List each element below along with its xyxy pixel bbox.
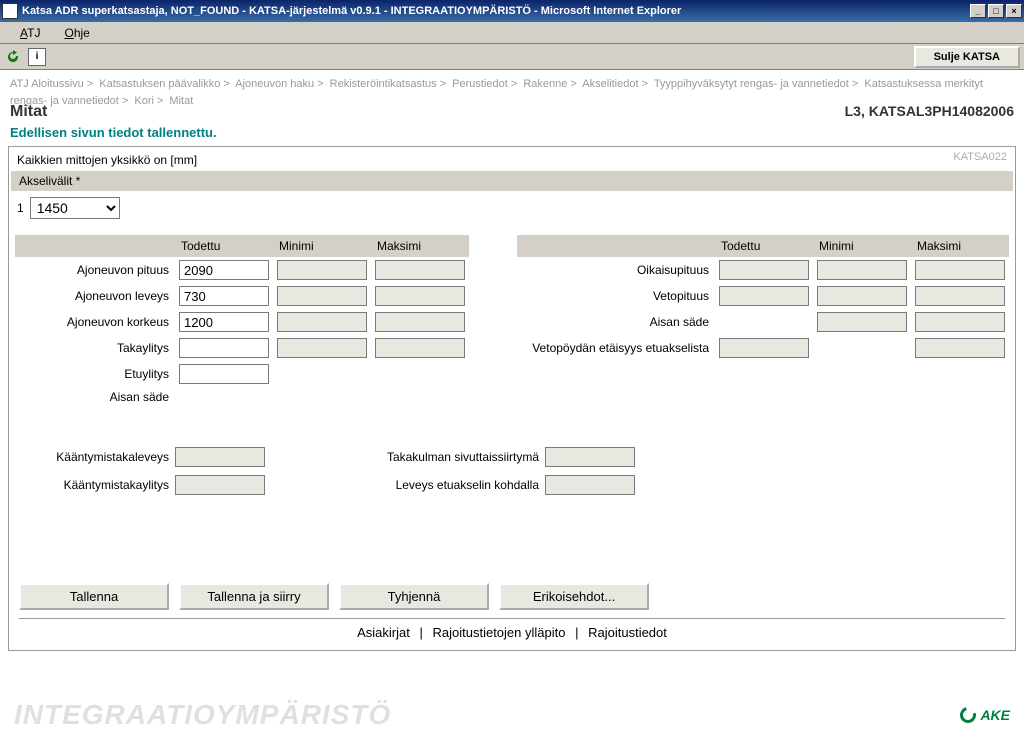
window-titlebar: Katsa ADR superkatsastaja, NOT_FOUND - K… xyxy=(0,0,1024,22)
crumb-6[interactable]: Akselitiedot xyxy=(582,78,638,90)
crumb-4[interactable]: Perustiedot xyxy=(452,78,508,90)
axle-index: 1 xyxy=(17,201,24,215)
panel-id: KATSA022 xyxy=(953,151,1007,163)
close-window-button[interactable]: × xyxy=(1006,4,1022,18)
save-and-move-button[interactable]: Tallenna ja siirry xyxy=(179,583,329,610)
window-title: Katsa ADR superkatsastaja, NOT_FOUND - K… xyxy=(22,5,968,17)
col-maksimi: Maksimi xyxy=(371,235,469,257)
menu-ohje[interactable]: Ohje xyxy=(52,24,101,42)
pituus-max xyxy=(375,260,465,280)
crumb-1[interactable]: Katsastuksen päävalikko xyxy=(99,78,220,90)
kaant-leveys xyxy=(175,447,265,467)
pituus-todettu[interactable] xyxy=(179,260,269,280)
saved-message: Edellisen sivun tiedot tallennettu. xyxy=(0,121,1024,144)
vetopituus-t xyxy=(719,286,809,306)
oikaisupituus-t xyxy=(719,260,809,280)
crumb-3[interactable]: Rekisteröintikatsastus xyxy=(330,78,437,90)
save-button[interactable]: Tallenna xyxy=(19,583,169,610)
takaylitys-min xyxy=(277,338,367,358)
takaylitys-todettu[interactable] xyxy=(179,338,269,358)
environment-label: INTEGRAATIOYMPÄRISTÖ xyxy=(14,699,391,731)
link-rajoitus-yllapito[interactable]: Rajoitustietojen ylläpito xyxy=(433,625,566,640)
crumb-7[interactable]: Tyyppihyväksytyt rengas- ja vannetiedot xyxy=(654,78,849,90)
menu-bar: ATJ Ohje xyxy=(0,22,1024,44)
clear-button[interactable]: Tyhjennä xyxy=(339,583,489,610)
pituus-min xyxy=(277,260,367,280)
crumb-5[interactable]: Rakenne xyxy=(523,78,567,90)
axle-section-header: Akselivälit * xyxy=(11,171,1013,191)
korkeus-max xyxy=(375,312,465,332)
col-minimi: Minimi xyxy=(273,235,371,257)
left-measurements-table: Todettu Minimi Maksimi Ajoneuvon pituus … xyxy=(15,235,469,407)
leveys-etuakseli xyxy=(545,475,635,495)
takakulma-siirtyma xyxy=(545,447,635,467)
leveys-todettu[interactable] xyxy=(179,286,269,306)
bottom-links: Asiakirjat | Rajoitustietojen ylläpito |… xyxy=(19,618,1005,640)
menu-atj[interactable]: ATJ xyxy=(8,24,52,42)
page-title: Mitat xyxy=(10,103,47,121)
kaant-ylitys xyxy=(175,475,265,495)
close-katsa-button[interactable]: Sulje KATSA xyxy=(914,46,1020,68)
right-measurements-table: Todettu Minimi Maksimi Oikaisupituus Vet… xyxy=(517,235,1009,361)
toolbar: i Sulje KATSA xyxy=(0,44,1024,70)
korkeus-min xyxy=(277,312,367,332)
ake-logo: AKE xyxy=(960,707,1010,723)
leveys-min xyxy=(277,286,367,306)
footer: INTEGRAATIOYMPÄRISTÖ AKE xyxy=(0,691,1024,739)
crumb-2[interactable]: Ajoneuvon haku xyxy=(235,78,314,90)
special-conditions-button[interactable]: Erikoisehdot... xyxy=(499,583,649,610)
col-todettu: Todettu xyxy=(175,235,273,257)
crumb-9[interactable]: Kori xyxy=(134,95,154,107)
minimize-button[interactable]: _ xyxy=(970,4,986,18)
vetopoyta-t xyxy=(719,338,809,358)
takaylitys-max xyxy=(375,338,465,358)
etuylitys-todettu[interactable] xyxy=(179,364,269,384)
crumb-0[interactable]: ATJ Aloitussivu xyxy=(10,78,84,90)
app-icon xyxy=(2,3,18,19)
crumb-10: Mitat xyxy=(169,95,193,107)
vehicle-id: L3, KATSAL3PH14082006 xyxy=(845,103,1014,121)
content-panel: KATSA022 Kaikkien mittojen yksikkö on [m… xyxy=(8,146,1016,651)
leveys-max xyxy=(375,286,465,306)
info-icon[interactable]: i xyxy=(28,48,46,66)
axle-select[interactable]: 1450 xyxy=(30,197,120,219)
korkeus-todettu[interactable] xyxy=(179,312,269,332)
ake-ring-icon xyxy=(958,704,980,726)
unit-note: Kaikkien mittojen yksikkö on [mm] xyxy=(9,147,1015,171)
link-asiakirjat[interactable]: Asiakirjat xyxy=(357,625,410,640)
link-rajoitustiedot[interactable]: Rajoitustiedot xyxy=(588,625,667,640)
maximize-button[interactable]: □ xyxy=(988,4,1004,18)
refresh-icon[interactable] xyxy=(4,48,22,66)
